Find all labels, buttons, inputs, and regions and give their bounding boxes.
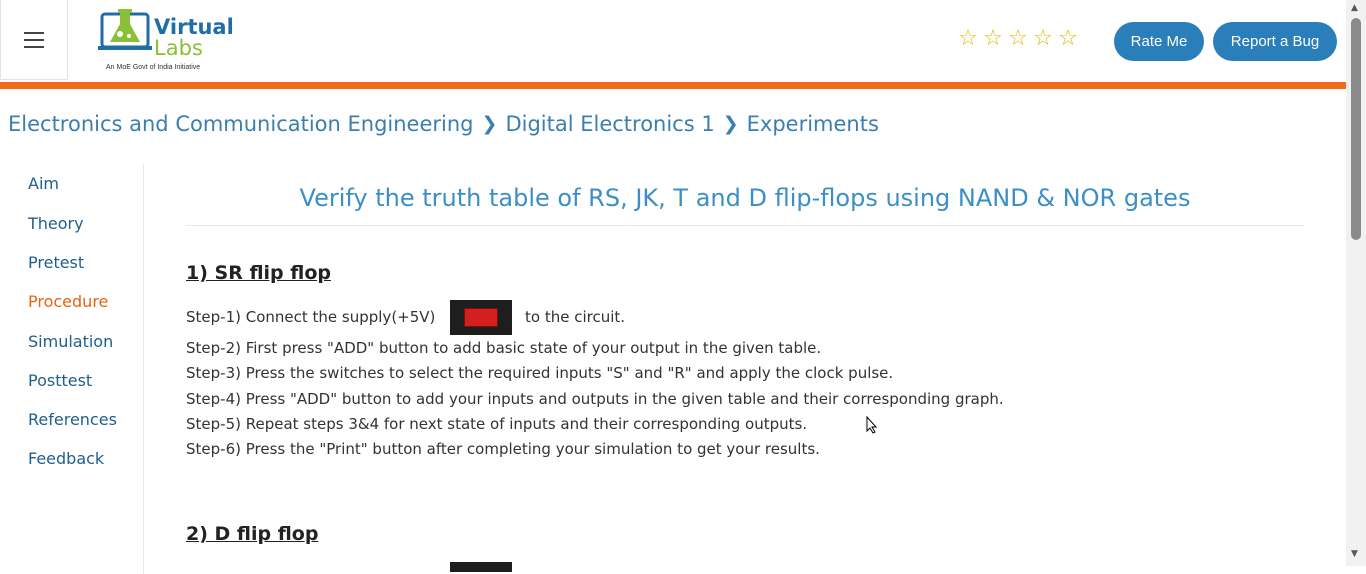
sidebar-item-theory[interactable]: Theory xyxy=(28,214,84,233)
sidebar-item-pretest[interactable]: Pretest xyxy=(28,253,84,272)
chevron-right-icon: ❯ xyxy=(481,113,498,135)
sidebar-item-references[interactable]: References xyxy=(28,410,117,429)
breadcrumb-item[interactable]: Experiments xyxy=(747,112,879,136)
hamburger-menu-button[interactable] xyxy=(0,0,68,80)
step-4: Step-4) Press "ADD" button to add your i… xyxy=(186,390,1004,408)
breadcrumb-item[interactable]: Electronics and Communication Engineerin… xyxy=(8,112,474,136)
rating-stars: ☆ ☆ ☆ ☆ ☆ xyxy=(957,28,1079,50)
chevron-right-icon: ❯ xyxy=(722,113,739,135)
vertical-scrollbar[interactable]: ▲ ▼ xyxy=(1346,0,1366,566)
hamburger-icon xyxy=(24,27,44,53)
sidebar-item-procedure[interactable]: Procedure xyxy=(28,292,108,311)
step-6: Step-6) Press the "Print" button after c… xyxy=(186,440,820,458)
step-1: Step-1) Connect the supply(+5V) xyxy=(186,308,436,326)
step-1-tail: to the circuit. xyxy=(525,308,626,326)
section-heading-d: 2) D flip flop xyxy=(186,523,319,545)
header-accent-bar xyxy=(0,82,1346,89)
star-icon[interactable]: ☆ xyxy=(1007,28,1029,50)
power-switch-image xyxy=(450,300,512,335)
breadcrumb: Electronics and Communication Engineerin… xyxy=(8,112,879,136)
virtual-labs-logo[interactable]: Virtual Labs An MoE Govt of India Initia… xyxy=(96,6,234,76)
scroll-down-icon[interactable]: ▼ xyxy=(1351,549,1358,559)
star-icon[interactable]: ☆ xyxy=(957,28,979,50)
sidebar-item-simulation[interactable]: Simulation xyxy=(28,332,113,351)
mouse-cursor-icon xyxy=(866,416,878,434)
star-icon[interactable]: ☆ xyxy=(1057,28,1079,50)
step-5: Step-5) Repeat steps 3&4 for next state … xyxy=(186,415,808,433)
section-heading-sr: 1) SR flip flop xyxy=(186,262,331,284)
logo-tagline: An MoE Govt of India Initiative xyxy=(106,64,201,71)
star-icon[interactable]: ☆ xyxy=(982,28,1004,50)
power-switch-image xyxy=(450,562,512,572)
star-icon[interactable]: ☆ xyxy=(1032,28,1054,50)
report-bug-button[interactable]: Report a Bug xyxy=(1213,22,1337,61)
scrollbar-thumb[interactable] xyxy=(1351,18,1361,240)
page-title: Verify the truth table of RS, JK, T and … xyxy=(299,184,1191,212)
header: Virtual Labs An MoE Govt of India Initia… xyxy=(0,0,1346,82)
sidebar-item-aim[interactable]: Aim xyxy=(28,174,59,193)
flask-logo-icon xyxy=(98,9,152,50)
breadcrumb-item[interactable]: Digital Electronics 1 xyxy=(505,112,714,136)
logo-text-labs: Labs xyxy=(154,36,203,60)
sidebar-item-posttest[interactable]: Posttest xyxy=(28,371,92,390)
step-2: Step-2) First press "ADD" button to add … xyxy=(186,339,822,357)
step-3: Step-3) Press the switches to select the… xyxy=(186,364,894,382)
scroll-up-icon[interactable]: ▲ xyxy=(1351,3,1358,13)
sidebar-nav: Aim Theory Pretest Procedure Simulation … xyxy=(0,164,144,574)
switch-led-icon xyxy=(464,308,498,327)
title-divider xyxy=(186,225,1304,226)
sidebar-item-feedback[interactable]: Feedback xyxy=(28,449,104,468)
rate-me-button[interactable]: Rate Me xyxy=(1114,22,1204,61)
